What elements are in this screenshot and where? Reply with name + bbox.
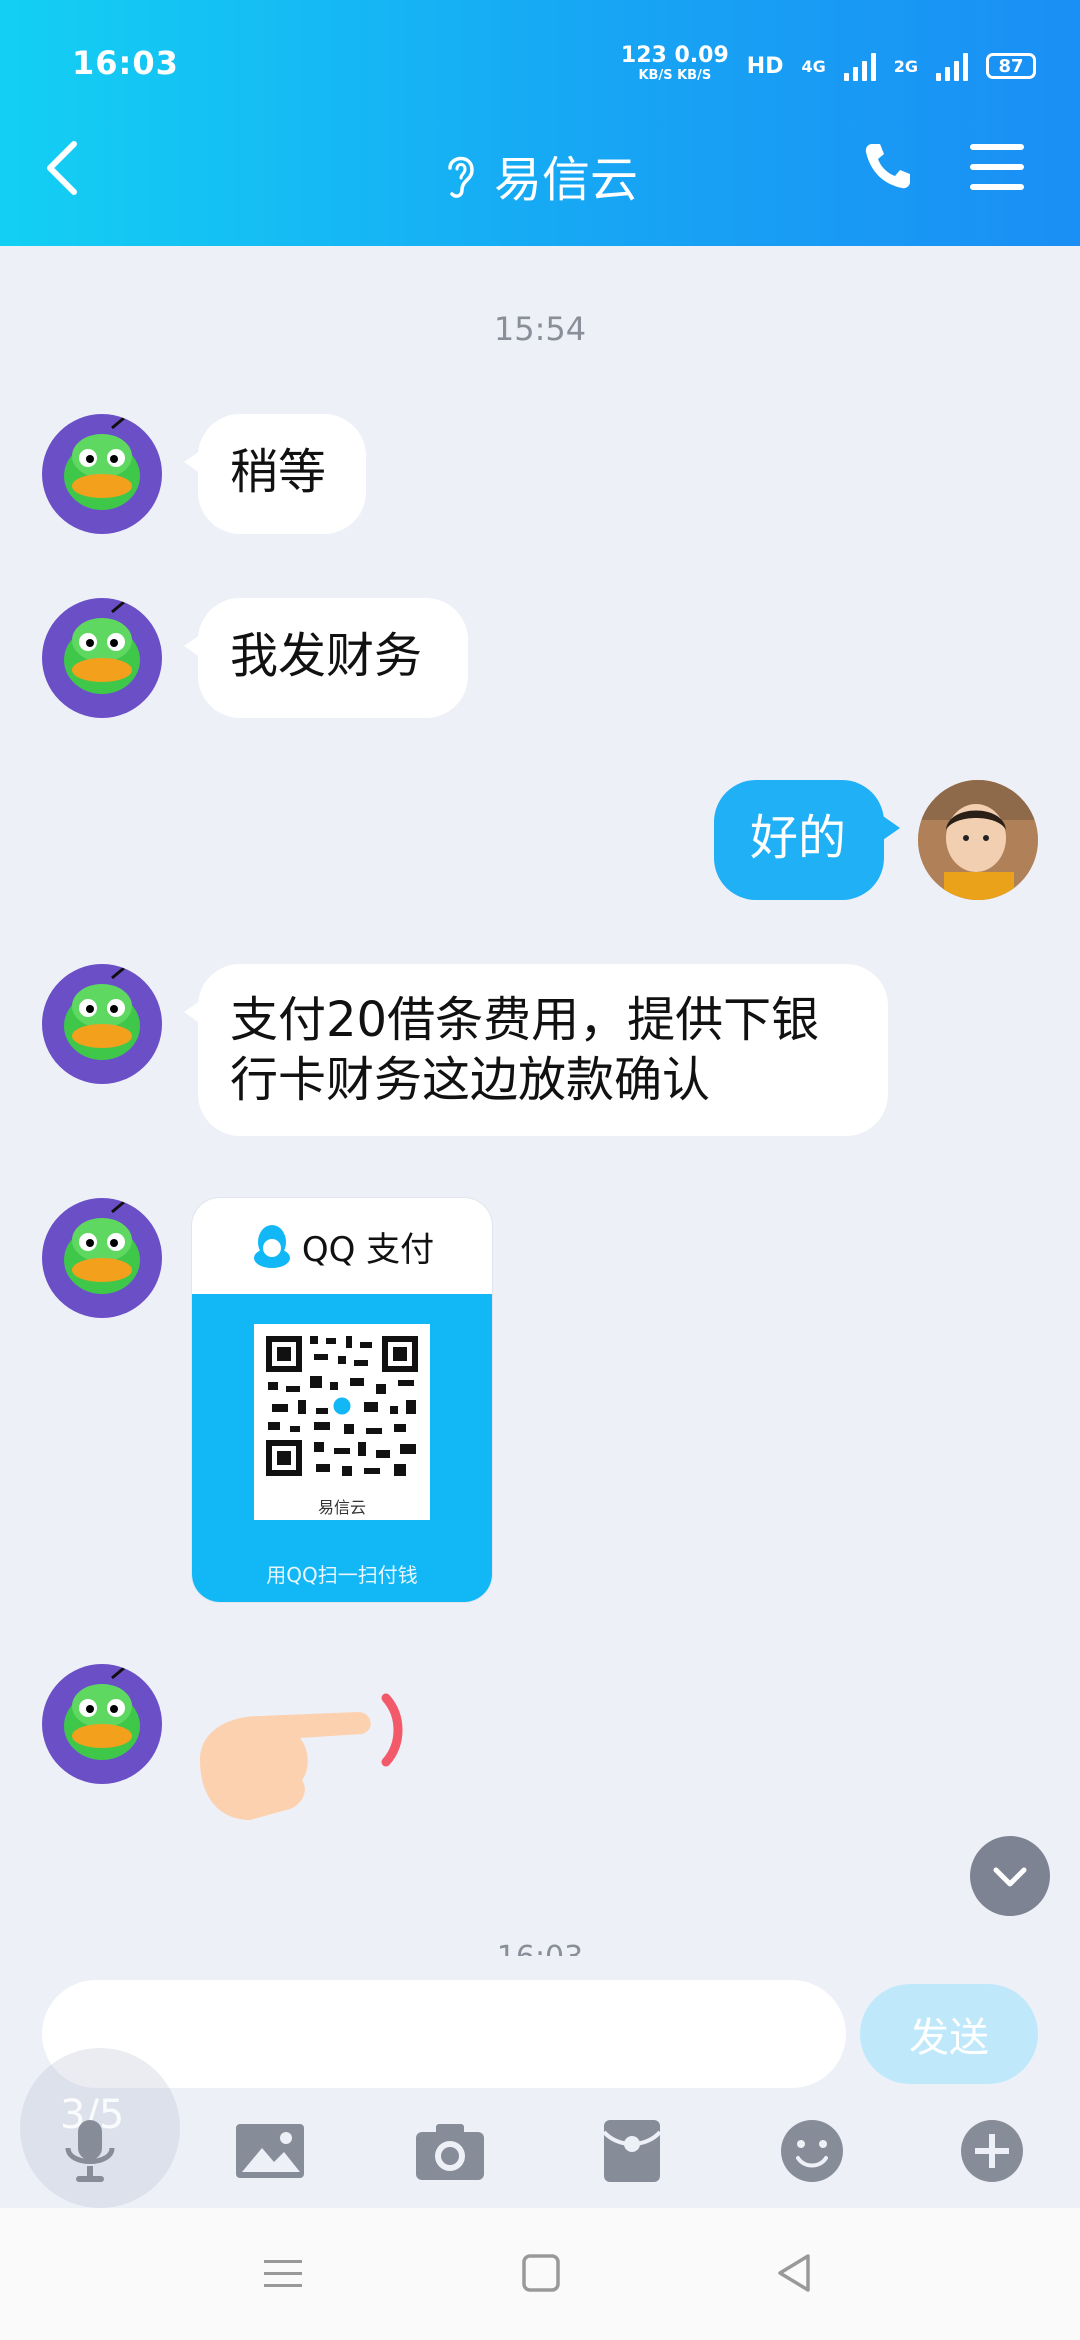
message-text-line2: 行卡财务这边放款确认 [230,1052,711,1108]
qr-code-image [254,1324,430,1488]
message-bubble-received[interactable]: 支付20借条费用，提供下银 行卡财务这边放款确认 [184,964,888,1136]
chat-header: 16:03 123 0.09 KB/S KB/S HD 4G 2G 87 易信云 [0,0,1080,246]
net-speed-unit: KB/S KB/S [638,68,712,83]
message-bubble-received[interactable]: 稍等 [184,414,366,534]
contact-avatar[interactable] [42,598,162,718]
emoji-icon[interactable] [776,2118,848,2184]
time-separator: 15:54 [493,310,587,348]
qq-pay-title: QQ 支付 [301,1229,435,1270]
recent-apps-icon[interactable] [258,2248,308,2298]
send-label: 发送 [909,2015,989,2061]
contact-avatar[interactable] [42,1198,162,1318]
back-nav-icon[interactable] [770,2248,820,2298]
contact-avatar[interactable] [42,414,162,534]
qq-penguin-icon [253,1225,290,1268]
send-button[interactable]: 发送 [860,1984,1038,2084]
qq-card-header: QQ 支付 [192,1198,492,1294]
message-bubble-sent[interactable]: 好的 [714,780,900,900]
contact-avatar[interactable] [42,1664,162,1784]
net2-label: 2G [893,56,918,76]
user-avatar[interactable] [918,780,1038,900]
status-icons: 123 0.09 KB/S KB/S HD 4G 2G 87 [620,43,1036,86]
red-packet-icon[interactable] [596,2118,668,2184]
qr-caption: 易信云 [317,1498,366,1517]
message-text: 我发财务 [230,628,423,684]
plus-icon[interactable] [956,2118,1028,2184]
message-text: 稍等 [230,444,327,500]
image-icon[interactable] [234,2118,306,2184]
home-icon[interactable] [516,2248,566,2298]
message-text-line1: 支付20借条费用，提供下银 [230,992,820,1048]
camera-icon[interactable] [414,2118,486,2184]
time-separator-partial: 16:03 [0,1940,1080,1956]
message-bubble-received[interactable]: 我发财务 [184,598,468,718]
pointing-hand-sticker[interactable] [190,1680,410,1830]
status-time: 16:03 [72,44,179,82]
signal-icon [843,51,876,81]
phone-icon[interactable] [862,140,914,192]
battery-level: 87 [998,55,1024,77]
title-wrap: 易信云 [0,140,1080,210]
contact-avatar[interactable] [42,964,162,1084]
ear-icon[interactable] [442,150,480,200]
message-text: 好的 [750,810,847,866]
voice-icon[interactable] [54,2118,126,2184]
net-speed: 123 0.09 [620,43,729,68]
battery-icon: 87 [986,53,1036,79]
message-input[interactable] [42,1980,846,2088]
net1-label: 4G [801,56,826,76]
chat-title: 易信云 [493,152,638,208]
chevron-down-icon [993,1867,1027,1920]
menu-icon[interactable] [970,144,1024,190]
scroll-to-bottom-button[interactable] [970,1836,1050,1920]
qr-code[interactable]: 易信云 [254,1324,430,1520]
qq-payment-card[interactable]: QQ 支付 易信云 用QQ扫一扫付钱 [192,1198,492,1602]
qq-card-footer: 用QQ扫一扫付钱 [266,1563,418,1587]
hd-label: HD [746,53,784,79]
qq-card-body: 易信云 用QQ扫一扫付钱 [192,1294,492,1602]
signal-icon-2 [936,51,968,81]
